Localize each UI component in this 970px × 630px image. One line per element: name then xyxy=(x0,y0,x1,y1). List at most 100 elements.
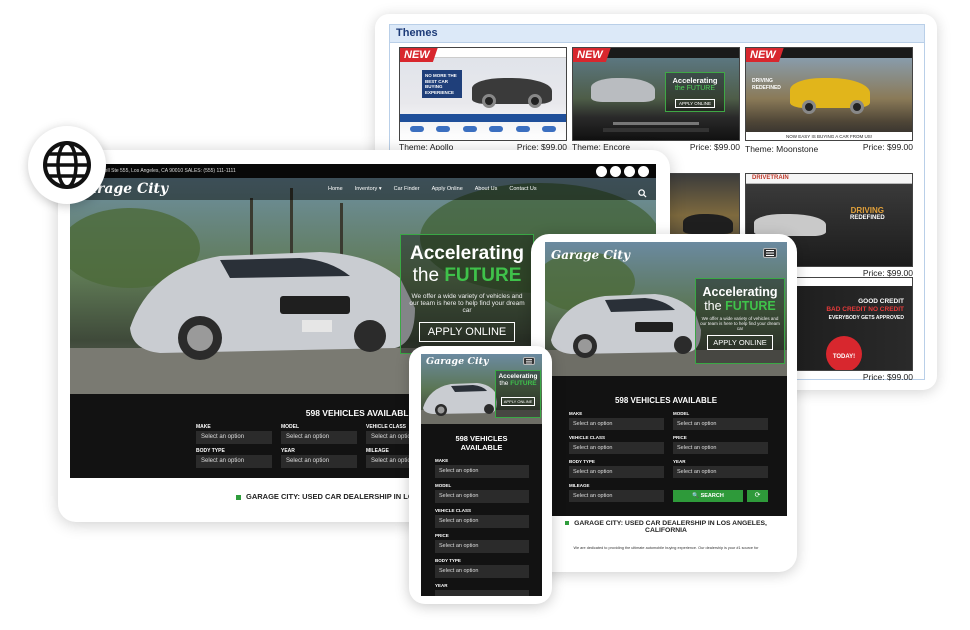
year-select[interactable]: Select an option xyxy=(673,466,768,478)
globe-icon xyxy=(43,141,91,189)
apply-online-button[interactable]: APPLY ONLINE xyxy=(500,397,536,406)
drivetrain-l2: REDEFINED xyxy=(850,215,885,221)
tablet-intro-section: GARAGE CITY: USED CAR DEALERSHIP IN LOS … xyxy=(545,516,787,558)
nav-home[interactable]: Home xyxy=(328,186,343,192)
nav-contact-us[interactable]: Contact Us xyxy=(509,186,536,192)
twitter-icon[interactable] xyxy=(610,166,621,177)
price-select[interactable]: Select an option xyxy=(435,540,529,553)
theme-price: Price: $99.00 xyxy=(689,142,740,152)
desktop-tagline-text: GARAGE CITY: USED CAR DEALERSHIP IN LOS … xyxy=(246,492,432,501)
site-logo[interactable]: Garage City xyxy=(426,356,489,367)
hero-title: Accelerating xyxy=(702,285,778,299)
nav-car-finder[interactable]: Car Finder xyxy=(394,186,420,192)
new-badge: NEW xyxy=(573,48,611,62)
encore-l1: Accelerating xyxy=(672,76,718,85)
make-select[interactable]: Select an option xyxy=(196,431,272,444)
make-select[interactable]: Select an option xyxy=(569,418,664,430)
phone-mockup: Garage City Accelerating the FUTURE APPL… xyxy=(409,346,552,604)
model-select[interactable]: Select an option xyxy=(435,490,529,503)
bullet-square xyxy=(236,494,241,500)
moonstone-banner: NOW EASY IS BUYING A CAR FROM US! xyxy=(746,132,912,140)
drivetrain-l1: DRIVING xyxy=(850,206,884,215)
theme-tile-moonstone[interactable]: DRIVING REDEFINED NOW EASY IS BUYING A C… xyxy=(745,47,913,152)
credit-l3: EVERYBODY GETS APPROVED xyxy=(828,314,904,321)
year-label: YEAR xyxy=(673,459,686,464)
nav-apply-online[interactable]: Apply Online xyxy=(432,186,463,192)
menu-icon[interactable] xyxy=(763,248,777,258)
tablet-intro-text: We are dedicated to providing the ultima… xyxy=(573,546,759,550)
theme-preview-moonstone[interactable]: DRIVING REDEFINED NOW EASY IS BUYING A C… xyxy=(745,47,913,141)
vehicle-class-label: VEHICLE CLASS xyxy=(435,508,472,513)
vehicles-available-title: 598 VEHICLES AVAILABLE xyxy=(421,434,542,452)
mileage-select[interactable]: Select an option xyxy=(569,490,664,502)
car-row xyxy=(410,126,556,136)
globe-badge xyxy=(28,126,106,204)
hero-subtitle-b: FUTURE xyxy=(725,299,776,313)
mileage-label: MILEAGE xyxy=(366,448,389,454)
credit-l2: BAD CREDIT NO CREDIT xyxy=(826,306,904,314)
encore-promo: Accelerating the FUTURE APPLY ONLINE xyxy=(665,72,725,112)
instagram-icon[interactable] xyxy=(624,166,635,177)
encore-l2: the FUTURE xyxy=(674,85,716,92)
price-select[interactable]: Select an option xyxy=(673,442,768,454)
youtube-icon[interactable] xyxy=(638,166,649,177)
apply-online-button[interactable]: APPLY ONLINE xyxy=(707,335,773,350)
year-select[interactable]: Select an option xyxy=(281,455,357,468)
tablet-screen: Garage City Accelerating the FUTURE We o… xyxy=(545,242,787,558)
bullet-square xyxy=(565,521,570,526)
wheel xyxy=(802,100,816,114)
credit-l1: GOOD CREDIT xyxy=(858,298,904,305)
price-label: PRICE xyxy=(673,435,687,440)
reset-icon[interactable]: ⟳ xyxy=(747,490,768,502)
model-select[interactable]: Select an option xyxy=(281,431,357,444)
tablet-tagline-l1: GARAGE CITY: USED CAR DEALERSHIP IN LOS … xyxy=(563,520,769,527)
year-label: YEAR xyxy=(281,448,295,454)
hero-subtitle-b: FUTURE xyxy=(444,265,522,286)
vehicle-class-select[interactable]: Select an option xyxy=(569,442,664,454)
make-label: MAKE xyxy=(435,458,449,463)
vehicles-l2: AVAILABLE xyxy=(460,443,503,452)
tablet-tagline-text: GARAGE CITY: USED CAR DEALERSHIP IN LOS … xyxy=(574,520,767,527)
form-line xyxy=(603,128,709,132)
price-label: PRICE xyxy=(435,533,449,538)
page: Themes NO MORE THE BEST CAR BUYING EXPER… xyxy=(0,0,970,630)
theme-preview-apollo[interactable]: NO MORE THE BEST CAR BUYING EXPERIENCE N… xyxy=(399,47,567,141)
theme-price: Price: $99.00 xyxy=(862,142,913,152)
nav-about-us[interactable]: About Us xyxy=(475,186,498,192)
nav-inventory[interactable]: Inventory ▾ xyxy=(355,186,382,192)
theme-tile-apollo[interactable]: NO MORE THE BEST CAR BUYING EXPERIENCE N… xyxy=(399,47,567,152)
body-type-select[interactable]: Select an option xyxy=(569,466,664,478)
body-type-select[interactable]: Select an option xyxy=(196,455,272,468)
search-button[interactable]: 🔍 SEARCH xyxy=(673,490,743,502)
vehicle-class-select[interactable]: Select an option xyxy=(435,515,529,528)
apply-online-button[interactable]: APPLY ONLINE xyxy=(418,322,516,342)
theme-price: Price: $99.00 xyxy=(862,372,913,382)
hero-promo: Accelerating the FUTURE APPLY ONLINE xyxy=(495,370,541,418)
hero-promo: Accelerating the FUTURE We offer a wide … xyxy=(400,234,534,354)
site-logo[interactable]: Garage City xyxy=(551,248,630,262)
year-select[interactable] xyxy=(435,590,529,596)
hero-description: We offer a wide variety of vehicles and … xyxy=(409,293,525,314)
year-label: YEAR xyxy=(435,583,448,588)
menu-icon[interactable] xyxy=(523,357,535,365)
tablet-tagline: GARAGE CITY: USED CAR DEALERSHIP IN LOS … xyxy=(563,520,769,534)
theme-tile-encore[interactable]: Accelerating the FUTURE APPLY ONLINE NEW… xyxy=(572,47,740,152)
model-select[interactable]: Select an option xyxy=(673,418,768,430)
hero-subtitle-a: the xyxy=(499,380,509,387)
vehicle-class-label: VEHICLE CLASS xyxy=(569,435,606,440)
drivetrain-logo: DRIVETRAIN xyxy=(752,175,789,181)
phone-screen: Garage City Accelerating the FUTURE APPL… xyxy=(421,354,542,596)
wheel xyxy=(482,94,496,108)
theme-name-moonstone: Theme: Moonstone xyxy=(745,144,819,154)
search-icon[interactable] xyxy=(638,185,647,203)
vehicles-available-title: 598 VEHICLES AVAILABLE xyxy=(614,396,718,405)
hero-subtitle: the FUTURE xyxy=(401,265,533,287)
car-image xyxy=(591,78,655,102)
model-label: MODEL xyxy=(435,483,452,488)
body-type-select[interactable]: Select an option xyxy=(435,565,529,578)
facebook-icon[interactable] xyxy=(596,166,607,177)
hero-title: Accelerating xyxy=(498,373,538,380)
theme-preview-encore[interactable]: Accelerating the FUTURE APPLY ONLINE NEW xyxy=(572,47,740,141)
make-select[interactable]: Select an option xyxy=(435,465,529,478)
hero-subtitle-a: the xyxy=(704,299,722,313)
